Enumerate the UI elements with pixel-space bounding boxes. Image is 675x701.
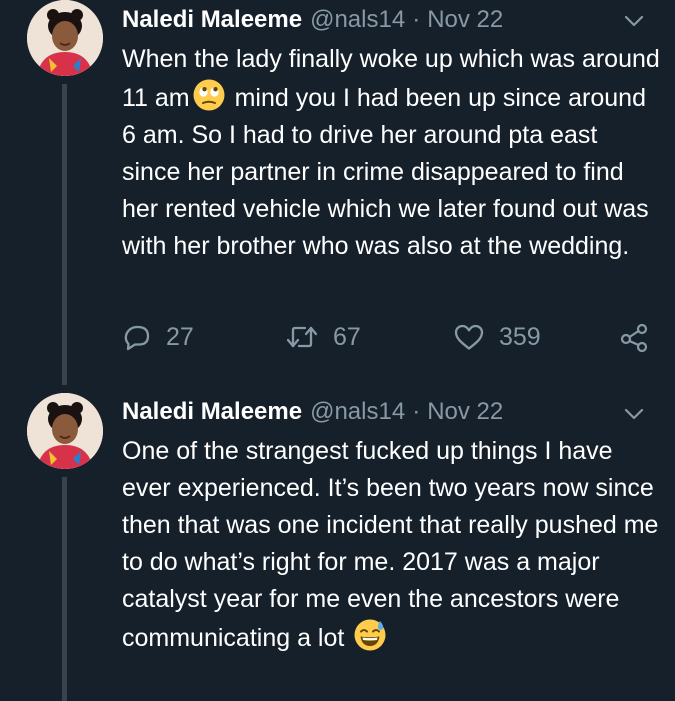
grinning-sweat-emoji-icon bbox=[353, 618, 387, 652]
reply-icon bbox=[124, 325, 150, 351]
tweet-header: Naledi Maleeme @nals14 · Nov 22 bbox=[122, 397, 503, 427]
separator-dot: · bbox=[412, 398, 421, 425]
tweet-date[interactable]: Nov 22 bbox=[427, 6, 503, 34]
tweet-date[interactable]: Nov 22 bbox=[427, 398, 503, 426]
like-button[interactable]: 359 bbox=[453, 319, 541, 355]
display-name[interactable]: Naledi Maleeme bbox=[122, 398, 302, 426]
tweet-text: When the lady finally woke up which was … bbox=[122, 41, 662, 265]
reply-button[interactable]: 27 bbox=[122, 319, 194, 355]
rolling-eyes-emoji-icon bbox=[192, 78, 226, 112]
share-icon bbox=[620, 323, 648, 352]
thread-line bbox=[62, 84, 67, 385]
thread-line bbox=[62, 477, 67, 701]
heart-icon bbox=[454, 324, 484, 350]
tweet-text-part: One of the strangest fucked up things I … bbox=[122, 437, 659, 652]
handle[interactable]: @nals14 bbox=[310, 398, 405, 426]
separator-dot: · bbox=[412, 6, 421, 33]
retweet-count: 67 bbox=[333, 322, 361, 351]
tweet[interactable]: Naledi Maleeme @nals14 · Nov 22 One of t… bbox=[0, 385, 675, 701]
share-button[interactable] bbox=[619, 319, 649, 355]
chevron-down-icon[interactable] bbox=[622, 405, 646, 423]
avatar[interactable] bbox=[27, 393, 103, 469]
display-name[interactable]: Naledi Maleeme bbox=[122, 6, 302, 34]
tweet-text: One of the strangest fucked up things I … bbox=[122, 433, 662, 657]
reply-count: 27 bbox=[166, 322, 194, 351]
chevron-down-icon[interactable] bbox=[622, 12, 646, 30]
handle[interactable]: @nals14 bbox=[310, 6, 405, 34]
retweet-button[interactable]: 67 bbox=[285, 319, 361, 355]
like-count: 359 bbox=[499, 322, 541, 351]
retweet-icon bbox=[286, 326, 318, 348]
tweet[interactable]: Naledi Maleeme @nals14 · Nov 22 When the… bbox=[0, 0, 675, 385]
avatar[interactable] bbox=[27, 0, 103, 76]
tweet-actions: 27 67 359 bbox=[122, 319, 652, 355]
tweet-header: Naledi Maleeme @nals14 · Nov 22 bbox=[122, 5, 503, 35]
